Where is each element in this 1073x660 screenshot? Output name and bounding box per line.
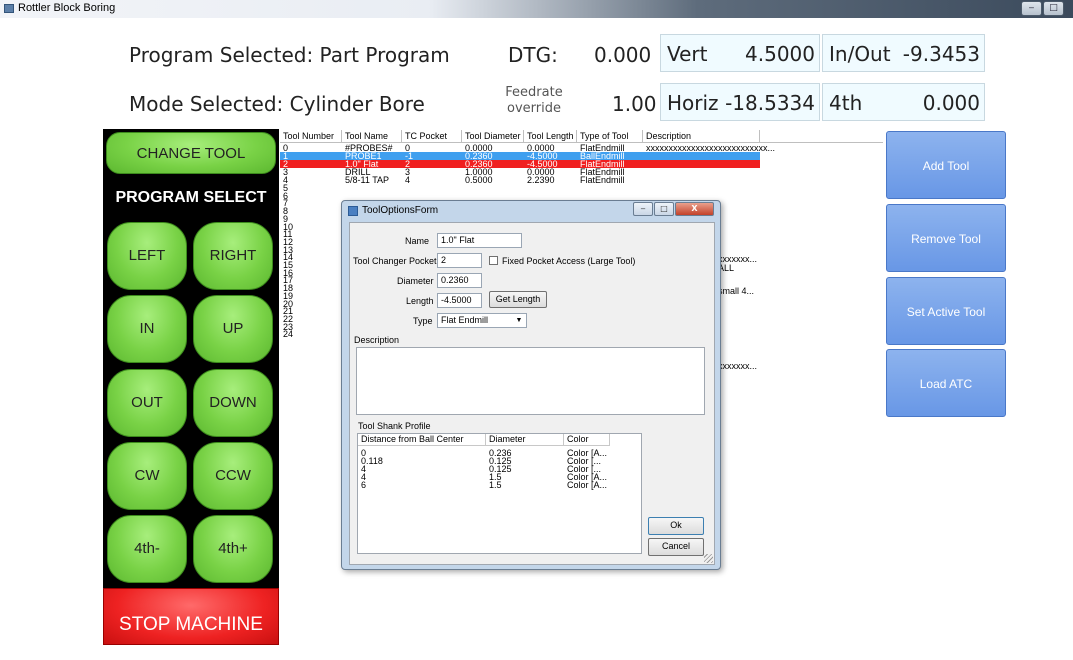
add-tool-button[interactable]: Add Tool <box>886 131 1006 199</box>
out-button[interactable]: OUT <box>107 369 187 437</box>
pocket-field[interactable]: 2 <box>437 253 482 268</box>
load-atc-button[interactable]: Load ATC <box>886 349 1006 417</box>
table-cell: FlatEndmill <box>580 175 625 185</box>
description-fragment: xxxxxxx... <box>718 361 758 371</box>
dialog-client: Name 1.0" Flat Tool Changer Pocket 2 Fix… <box>349 222 715 565</box>
left-button[interactable]: LEFT <box>107 222 187 290</box>
length-label: Length <box>406 296 434 306</box>
stop-machine-button[interactable]: STOP MACHINE <box>103 588 279 645</box>
shank-row[interactable]: 0 0.236 Color [A... <box>358 448 610 458</box>
window-title: Rottler Block Boring <box>18 2 116 14</box>
description-textarea[interactable] <box>356 347 705 415</box>
fourth-minus-button[interactable]: 4th- <box>107 515 187 583</box>
fixed-pocket-label: Fixed Pocket Access (Large Tool) <box>502 256 636 266</box>
cw-button[interactable]: CW <box>107 442 187 510</box>
shank-profile-grid[interactable]: Distance from Ball Center Diameter Color… <box>357 433 642 554</box>
type-label: Type <box>413 316 433 326</box>
fixed-pocket-checkbox[interactable] <box>489 256 498 265</box>
dtg-value: 0.000 <box>594 43 652 67</box>
dialog-minimize-button[interactable]: ‒ <box>633 202 653 216</box>
dialog-close-button[interactable]: X <box>675 202 714 216</box>
fourth-readout: 4th 0.000 <box>822 83 985 121</box>
ccw-button[interactable]: CCW <box>193 442 273 510</box>
col-tool-number[interactable]: Tool Number <box>280 130 342 143</box>
in-button[interactable]: IN <box>107 295 187 363</box>
app-icon <box>4 4 14 13</box>
horiz-readout: Horiz -18.5334 <box>660 83 820 121</box>
table-cell: xxxxxxxxxxxxxxxxxxxxxxxxxxx... <box>646 143 776 153</box>
feedrate-override-label: Feedrate override <box>505 85 563 116</box>
form-icon <box>348 206 358 216</box>
col-color[interactable]: Color <box>564 434 610 446</box>
shank-cell: Color [A... <box>567 480 608 490</box>
window-title-bar: Rottler Block Boring ‒ □ <box>0 0 1073 18</box>
dialog-window-controls: ‒ □ X <box>633 202 714 218</box>
vert-readout: Vert 4.5000 <box>660 34 820 72</box>
shank-row[interactable]: 4 1.5 Color [A... <box>358 472 610 482</box>
change-tool-button[interactable]: CHANGE TOOL <box>106 132 276 174</box>
pocket-label: Tool Changer Pocket <box>353 256 437 266</box>
shank-profile-label: Tool Shank Profile <box>358 421 431 431</box>
down-button[interactable]: DOWN <box>193 369 273 437</box>
table-cell: 5/8-11 TAP <box>345 175 390 185</box>
tool-options-dialog: ToolOptionsForm ‒ □ X Name 1.0" Flat Too… <box>341 200 721 570</box>
description-fragment: small 4... <box>718 286 755 296</box>
dialog-title: ToolOptionsForm <box>362 205 439 216</box>
program-select-label: PROGRAM SELECT <box>115 189 267 206</box>
dtg-label: DTG: <box>508 43 558 67</box>
program-selected-label: Program Selected: Part Program <box>129 43 450 67</box>
col-tool-name[interactable]: Tool Name <box>342 130 402 143</box>
name-label: Name <box>405 236 430 246</box>
fourth-plus-button[interactable]: 4th+ <box>193 515 273 583</box>
chevron-down-icon: ▼ <box>515 317 523 324</box>
shank-row[interactable]: 4 0.125 Color [... <box>358 464 610 474</box>
col-tool-diameter[interactable]: Tool Diameter <box>462 130 524 143</box>
table-cell: 4 <box>405 175 411 185</box>
description-label: Description <box>354 335 400 345</box>
diameter-label: Diameter <box>397 276 434 286</box>
col-tool-length[interactable]: Tool Length <box>524 130 577 143</box>
minimize-button[interactable]: ‒ <box>1021 1 1042 16</box>
right-button[interactable]: RIGHT <box>193 222 273 290</box>
mode-selected-label: Mode Selected: Cylinder Bore <box>129 92 425 116</box>
get-length-button[interactable]: Get Length <box>489 291 547 308</box>
length-field[interactable]: -4.5000 <box>437 293 482 308</box>
diameter-field[interactable]: 0.2360 <box>437 273 482 288</box>
dialog-maximize-button[interactable]: □ <box>654 202 674 216</box>
inout-readout: In/Out -9.3453 <box>822 34 985 72</box>
maximize-button[interactable]: □ <box>1043 1 1064 16</box>
shank-cell: 1.5 <box>489 480 502 490</box>
shank-row[interactable]: 6 1.5 Color [A... <box>358 480 610 490</box>
col-type-of-tool[interactable]: Type of Tool <box>577 130 643 143</box>
type-select[interactable]: Flat Endmill ▼ <box>437 313 527 328</box>
table-row-number[interactable]: 24 <box>283 330 293 339</box>
table-row[interactable]: 4 5/8-11 TAP 4 0.5000 2.2390 FlatEndmill <box>280 175 760 185</box>
name-field[interactable]: 1.0" Flat <box>437 233 522 248</box>
col-tc-pocket[interactable]: TC Pocket <box>402 130 462 143</box>
cancel-button[interactable]: Cancel <box>648 538 704 556</box>
table-cell: 2.2390 <box>527 175 555 185</box>
resize-grip[interactable] <box>704 554 713 563</box>
up-button[interactable]: UP <box>193 295 273 363</box>
feedrate-value: 1.00 <box>612 92 657 116</box>
table-cell: 0.5000 <box>465 175 493 185</box>
shank-cell: 6 <box>361 480 367 490</box>
set-active-tool-button[interactable]: Set Active Tool <box>886 277 1006 345</box>
tool-table-header: Tool Number Tool Name TC Pocket Tool Dia… <box>280 130 883 143</box>
remove-tool-button[interactable]: Remove Tool <box>886 204 1006 272</box>
jog-panel: CHANGE TOOL PROGRAM SELECT LEFT RIGHT IN… <box>103 129 279 645</box>
col-description[interactable]: Description <box>643 130 760 143</box>
col-shank-diameter[interactable]: Diameter <box>486 434 564 446</box>
col-distance[interactable]: Distance from Ball Center <box>358 434 486 446</box>
shank-row[interactable]: 0.118 0.125 Color [... <box>358 456 610 466</box>
ok-button[interactable]: Ok <box>648 517 704 535</box>
